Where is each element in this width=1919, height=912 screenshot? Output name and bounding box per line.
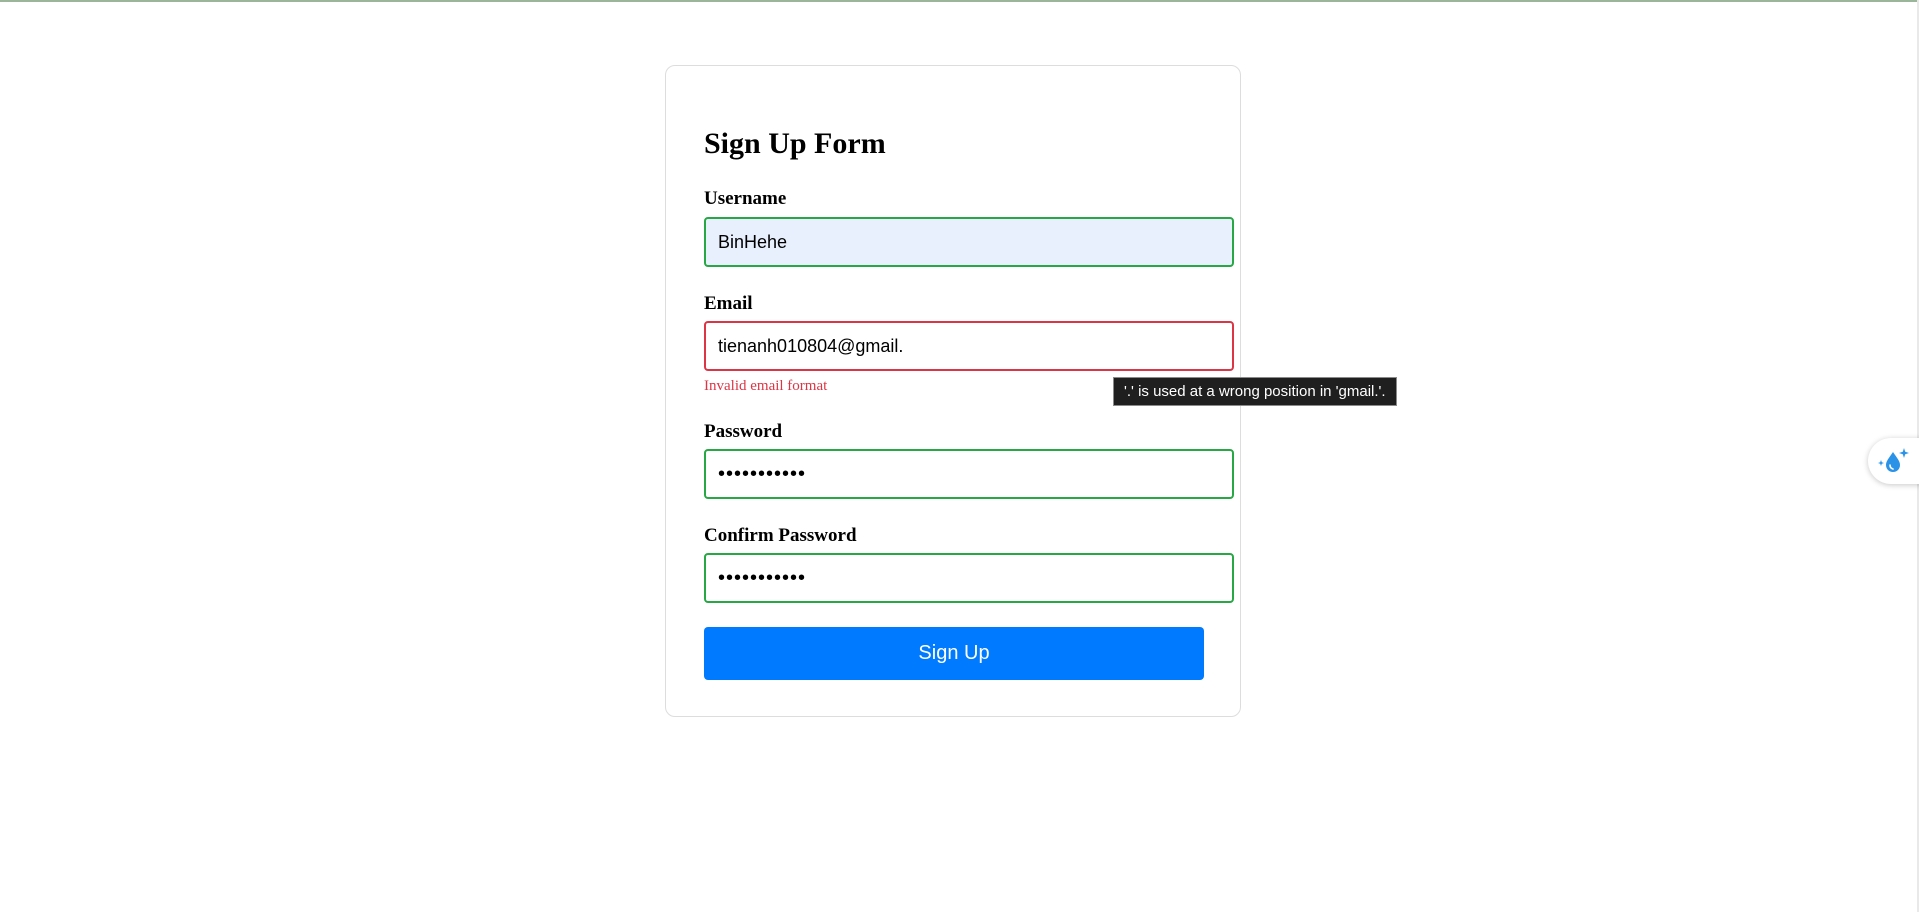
email-field[interactable] [704,321,1234,371]
username-field[interactable] [704,217,1234,267]
sign-up-button[interactable]: Sign Up [704,627,1204,680]
confirm-password-label: Confirm Password [704,525,857,546]
password-label: Password [704,421,783,442]
email-error-message: Invalid email format [704,378,828,394]
validation-tooltip: '.' is used at a wrong position in 'gmai… [1113,377,1397,406]
email-label: Email [704,293,753,314]
username-label: Username [704,188,787,209]
top-border [0,0,1919,2]
water-drop-sparkle-icon [1878,448,1909,472]
extension-widget[interactable] [1868,438,1919,484]
password-field[interactable]: ••••••••••• [704,449,1234,499]
confirm-password-field[interactable]: ••••••••••• [704,553,1234,603]
page-title: Sign Up Form [704,127,886,160]
